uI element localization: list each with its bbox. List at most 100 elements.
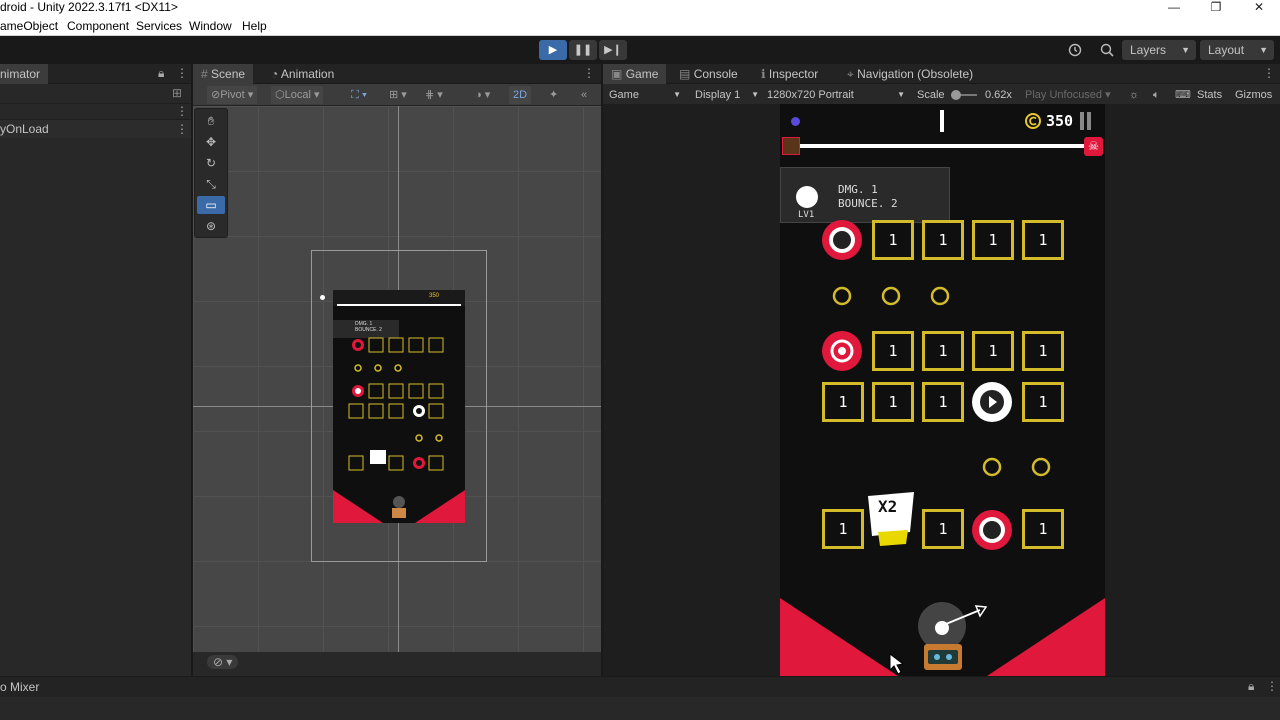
increment-icon[interactable]: ⋕ ▾ (421, 86, 447, 104)
overlay-toggle-icon[interactable]: ⊘ ▾ (207, 655, 239, 669)
coins (832, 286, 1051, 477)
game-toolbar: Game ▼ Display 1 ▼ 1280x720 Portrait ▼ Scal… (603, 84, 1280, 106)
layers-label: Layers (1130, 43, 1167, 57)
play-unfocused-label: Play Unfocused (1025, 89, 1103, 101)
rotate-tool-icon[interactable]: ↻ (197, 154, 225, 172)
history-icon[interactable] (1066, 40, 1084, 60)
rect-tool-icon[interactable]: ▭ (197, 196, 225, 214)
lighting-icon[interactable]: ✦ (545, 86, 562, 104)
menu-help[interactable]: Help (242, 19, 267, 33)
add-icon[interactable]: ⊞ (172, 86, 182, 100)
grid-icon: # (201, 67, 208, 81)
multiplier-label: X2 (878, 497, 898, 516)
parameter-label: yOnLoad (0, 122, 49, 136)
menu-dots-icon[interactable]: ⋮ (176, 66, 188, 80)
chevron-down-icon: ▼ (1259, 45, 1268, 55)
bug-icon[interactable]: ☼ (1125, 86, 1143, 104)
play-button[interactable]: ▶ (539, 40, 567, 60)
info-icon: ℹ (761, 67, 766, 81)
left-bumper (780, 598, 898, 676)
chevron-down-icon: ▼ (1181, 45, 1190, 55)
tab-game-label: Game (625, 67, 659, 81)
move-tool-icon[interactable]: ✥ (197, 133, 225, 151)
play-unfocused-dropdown[interactable]: Play Unfocused ▾ (1021, 86, 1115, 104)
menu-services[interactable]: Services (136, 19, 182, 33)
layout-dropdown[interactable]: Layout ▼ (1200, 40, 1274, 60)
snap-icon[interactable]: ⛶ ▾ (347, 86, 371, 104)
tab-audio-mixer[interactable]: o Mixer (0, 680, 39, 694)
console-icon: ▤ (679, 67, 691, 81)
menu-dots-icon[interactable]: ⋮ (176, 122, 188, 136)
tab-scene-label: Scene (211, 67, 246, 81)
game-mode-label: Game (609, 89, 639, 101)
hand-tool-icon[interactable]: ✋︎ (197, 112, 225, 130)
main-toolbar: ▶ ❚❚ ▶❙ Layers ▼ Layout ▼ (0, 36, 1280, 64)
2d-toggle[interactable]: 2D (509, 86, 532, 104)
tab-game[interactable]: ▣ Game (603, 64, 667, 84)
mute-audio-icon[interactable]: 🔈︎ (1149, 86, 1164, 104)
layout-label: Layout (1208, 43, 1245, 57)
scene-viewport[interactable]: 350 DMG. 1 BOUNCE. 2 (193, 106, 601, 652)
restore-button[interactable]: ❐ (1204, 0, 1228, 16)
audio-icon[interactable]: « (577, 86, 591, 104)
scene-tabbar: # Scene ◔ Animation ⋮ (193, 64, 601, 84)
pivot-icon: ⊘ (211, 89, 221, 101)
tab-console[interactable]: ▤ Console (671, 64, 746, 84)
scene-game-preview: 350 DMG. 1 BOUNCE. 2 (333, 290, 465, 523)
game-sprites (780, 220, 1105, 676)
tab-scene[interactable]: # Scene (193, 64, 254, 84)
preview-blocks (333, 337, 465, 523)
tab-animation[interactable]: ◔ Animation (263, 64, 342, 84)
pause-button[interactable]: ❚❚ (569, 40, 597, 60)
lock-icon[interactable]: 🔒︎ (158, 66, 164, 81)
game-screen[interactable]: 350 ☠ LV1 DMG. 1 BOUNCE. 2 1111111111111… (780, 104, 1105, 676)
stats-button[interactable]: Stats (1193, 86, 1226, 104)
shading-icon[interactable]: ◑ ▾ (471, 86, 494, 104)
menu-window[interactable]: Window (189, 19, 232, 33)
local-icon: ⬡ (275, 89, 285, 101)
layers-dropdown[interactable]: Layers ▼ (1122, 40, 1196, 60)
menu-dots-icon[interactable]: ⋮ (1266, 679, 1278, 693)
audio-mixer-tabbar: o Mixer 🔒︎ ⋮ (0, 677, 1280, 697)
tab-inspector-label: Inspector (768, 67, 819, 81)
menu-component[interactable]: Component (67, 19, 129, 33)
scene-light-gizmo (320, 295, 325, 300)
pivot-dropdown[interactable]: ⊘Pivot ▾ (207, 86, 258, 104)
tab-inspector[interactable]: ℹ Inspector (753, 64, 826, 84)
mouse-cursor-icon (889, 652, 905, 675)
search-icon[interactable] (1098, 40, 1116, 60)
menu-gameobject[interactable]: ameObject (0, 19, 58, 33)
parameter-row[interactable]: yOnLoad ⋮ (0, 120, 191, 138)
transform-tool-icon[interactable]: ⊛ (197, 217, 225, 235)
chevron-down-icon: ▼ (897, 90, 905, 99)
minimize-button[interactable]: — (1162, 0, 1186, 16)
tab-animation-label: Animation (280, 67, 335, 81)
local-dropdown[interactable]: ⬡Local ▾ (271, 86, 324, 104)
game-mode-dropdown[interactable]: Game ▼ (605, 86, 683, 104)
resolution-dropdown[interactable]: 1280x720 Portrait ▼ (763, 86, 907, 104)
close-button[interactable]: ✕ (1247, 0, 1271, 16)
menu-dots-icon[interactable]: ⋮ (583, 66, 595, 80)
keyboard-icon[interactable]: ⌨︎ (1171, 86, 1195, 104)
menu-bar: ameObject Component Services Window Help (0, 16, 1280, 36)
local-label: Local (284, 89, 311, 101)
step-button[interactable]: ▶❙ (599, 40, 627, 60)
animator-panel: nimator 🔒︎ ⋮ ⊞ ⋮ yOnLoad ⋮ (0, 64, 191, 676)
display-dropdown[interactable]: Display 1 ▼ (691, 86, 761, 104)
chevron-down-icon: ▼ (751, 90, 759, 99)
scale-label: Scale (917, 89, 945, 101)
scale-value: 0.62x (985, 89, 1012, 101)
right-bumper (987, 598, 1105, 676)
menu-dots-icon[interactable]: ⋮ (1263, 66, 1275, 80)
grid-snap-icon[interactable]: ⊞ ▾ (385, 86, 411, 104)
menu-dots-icon[interactable]: ⋮ (176, 104, 188, 118)
tab-navigation[interactable]: ⌖ Navigation (Obsolete) (839, 64, 981, 84)
gizmos-button[interactable]: Gizmos (1231, 86, 1276, 104)
scale-tool-icon[interactable]: ⤡ (197, 175, 225, 193)
animator-tabbar: nimator 🔒︎ ⋮ (0, 64, 191, 84)
scale-slider-handle[interactable] (951, 90, 961, 100)
lock-icon[interactable]: 🔒︎ (1248, 679, 1254, 694)
animator-row-2: ⋮ (0, 104, 191, 120)
tab-animator[interactable]: nimator (0, 64, 49, 84)
animator-row-1: ⊞ (0, 84, 191, 104)
